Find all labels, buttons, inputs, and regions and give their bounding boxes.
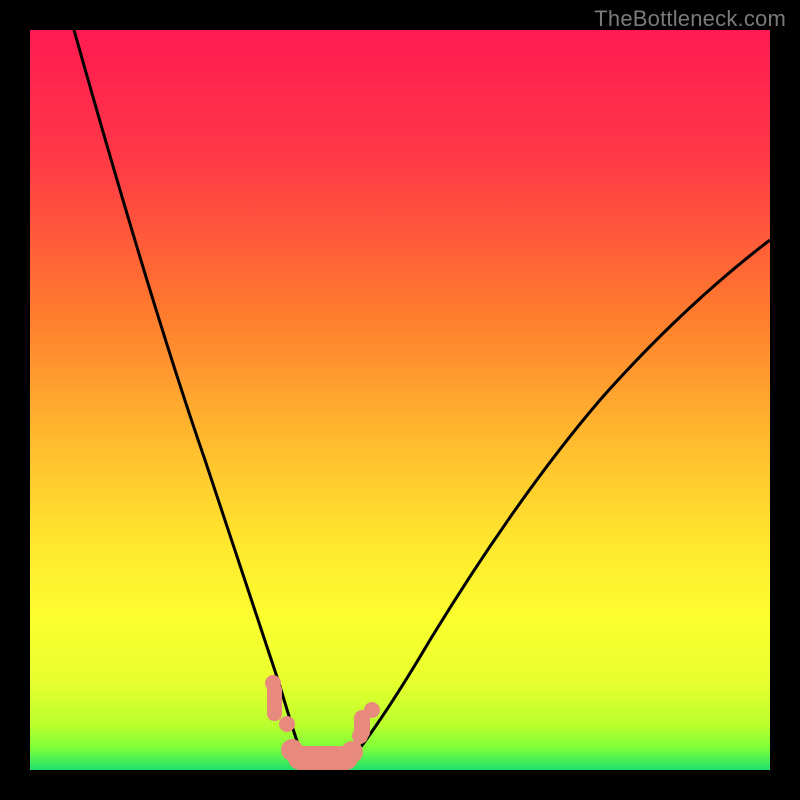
outer-black-frame: TheBottleneck.com [0,0,800,800]
plot-area [30,30,770,770]
salmon-marker-floor [281,739,363,770]
watermark-text: TheBottleneck.com [594,6,786,32]
salmon-marker-right [352,702,380,744]
salmon-highlight-layer [30,30,770,770]
salmon-marker-left [265,675,295,732]
